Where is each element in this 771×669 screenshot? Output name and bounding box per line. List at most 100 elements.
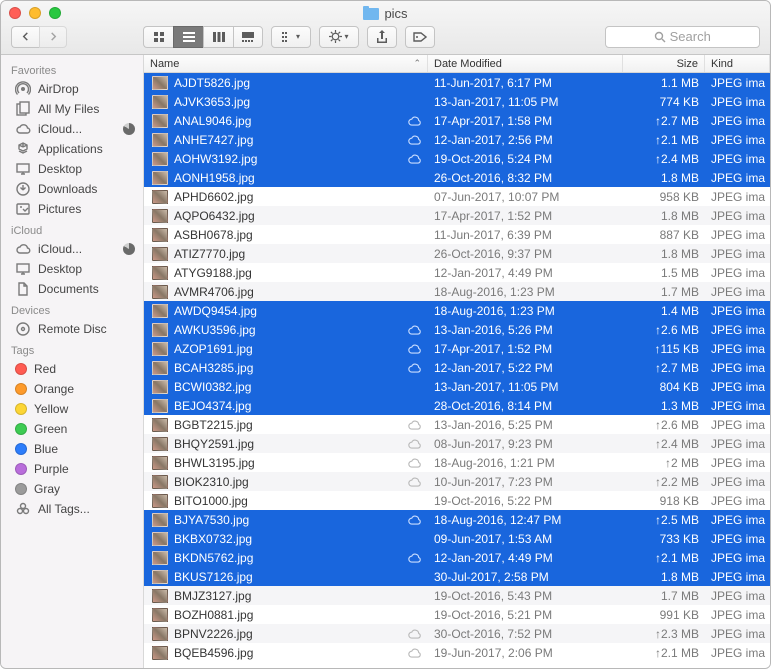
window-title: pics: [1, 1, 770, 23]
file-row[interactable]: AQPO6432.jpg17-Apr-2017, 1:52 PM1.8 MBJP…: [144, 206, 770, 225]
forward-button[interactable]: [39, 26, 67, 48]
file-thumbnail-icon: [152, 456, 168, 470]
column-name[interactable]: Name⌃: [144, 55, 428, 72]
sidebar-item[interactable]: Green: [1, 419, 143, 439]
file-row[interactable]: AJVK3653.jpg13-Jan-2017, 11:05 PM774 KBJ…: [144, 92, 770, 111]
toolbar: ▾ ▾ Search: [1, 23, 770, 54]
file-date: 18-Aug-2016, 1:23 PM: [428, 285, 623, 299]
sidebar-item[interactable]: Downloads: [1, 179, 143, 199]
sidebar-item[interactable]: iCloud...: [1, 239, 143, 259]
file-thumbnail-icon: [152, 399, 168, 413]
file-row[interactable]: BEJO4374.jpg28-Oct-2016, 8:14 PM1.3 MBJP…: [144, 396, 770, 415]
file-thumbnail-icon: [152, 171, 168, 185]
file-thumbnail-icon: [152, 532, 168, 546]
arrange-button[interactable]: ▾: [271, 26, 311, 48]
file-row[interactable]: AWKU3596.jpg13-Jan-2016, 5:26 PM2.6 MBJP…: [144, 320, 770, 339]
file-rows[interactable]: AJDT5826.jpg11-Jun-2017, 6:17 PM1.1 MBJP…: [144, 73, 770, 668]
sidebar-item[interactable]: All My Files: [1, 99, 143, 119]
file-row[interactable]: BCWI0382.jpg13-Jan-2017, 11:05 PM804 KBJ…: [144, 377, 770, 396]
sidebar-item[interactable]: Yellow: [1, 399, 143, 419]
sidebar-item[interactable]: Desktop: [1, 259, 143, 279]
sidebar-item[interactable]: Blue: [1, 439, 143, 459]
zoom-icon[interactable]: [49, 7, 61, 19]
search-input[interactable]: Search: [605, 26, 761, 48]
file-kind: JPEG ima: [705, 589, 770, 603]
search-icon: [654, 31, 666, 43]
back-button[interactable]: [11, 26, 39, 48]
file-size: 887 KB: [623, 228, 705, 242]
icon-view-button[interactable]: [143, 26, 173, 48]
column-kind[interactable]: Kind: [705, 55, 770, 72]
file-name: ANAL9046.jpg: [174, 114, 251, 128]
column-view-button[interactable]: [203, 26, 233, 48]
file-date: 12-Jan-2017, 2:56 PM: [428, 133, 623, 147]
file-row[interactable]: AWDQ9454.jpg18-Aug-2016, 1:23 PM1.4 MBJP…: [144, 301, 770, 320]
file-row[interactable]: BGBT2215.jpg13-Jan-2016, 5:25 PM2.6 MBJP…: [144, 415, 770, 434]
file-row[interactable]: BKBX0732.jpg09-Jun-2017, 1:53 AM733 KBJP…: [144, 529, 770, 548]
file-kind: JPEG ima: [705, 171, 770, 185]
gallery-view-button[interactable]: [233, 26, 263, 48]
sidebar-item[interactable]: Purple: [1, 459, 143, 479]
file-row[interactable]: AVMR4706.jpg18-Aug-2016, 1:23 PM1.7 MBJP…: [144, 282, 770, 301]
sidebar-item[interactable]: Red: [1, 359, 143, 379]
file-row[interactable]: BQEB4596.jpg19-Jun-2017, 2:06 PM2.1 MBJP…: [144, 643, 770, 662]
sidebar-item[interactable]: Pictures: [1, 199, 143, 219]
sidebar-item[interactable]: All Tags...: [1, 499, 143, 519]
file-kind: JPEG ima: [705, 570, 770, 584]
file-size: 2.1 MB: [623, 551, 705, 565]
action-button[interactable]: ▾: [319, 26, 359, 48]
file-size: 2.7 MB: [623, 114, 705, 128]
file-row[interactable]: BPNV2226.jpg30-Oct-2016, 7:52 PM2.3 MBJP…: [144, 624, 770, 643]
file-row[interactable]: AONH1958.jpg26-Oct-2016, 8:32 PM1.8 MBJP…: [144, 168, 770, 187]
tags-button[interactable]: [405, 26, 435, 48]
sidebar-item-label: Pictures: [38, 202, 81, 216]
file-row[interactable]: AOHW3192.jpg19-Oct-2016, 5:24 PM2.4 MBJP…: [144, 149, 770, 168]
file-row[interactable]: AZOP1691.jpg17-Apr-2017, 1:52 PM115 KBJP…: [144, 339, 770, 358]
file-row[interactable]: APHD6602.jpg07-Jun-2017, 10:07 PM958 KBJ…: [144, 187, 770, 206]
sidebar-item[interactable]: Remote Disc: [1, 319, 143, 339]
file-date: 13-Jan-2016, 5:25 PM: [428, 418, 623, 432]
column-date-modified[interactable]: Date Modified: [428, 55, 623, 72]
file-row[interactable]: BHQY2591.jpg08-Jun-2017, 9:23 PM2.4 MBJP…: [144, 434, 770, 453]
list-view-button[interactable]: [173, 26, 203, 48]
file-row[interactable]: BKUS7126.jpg30-Jul-2017, 2:58 PM1.8 MBJP…: [144, 567, 770, 586]
sidebar-item[interactable]: iCloud...: [1, 119, 143, 139]
file-row[interactable]: BHWL3195.jpg18-Aug-2016, 1:21 PM2 MBJPEG…: [144, 453, 770, 472]
file-row[interactable]: BMJZ3127.jpg19-Oct-2016, 5:43 PM1.7 MBJP…: [144, 586, 770, 605]
file-kind: JPEG ima: [705, 475, 770, 489]
file-row[interactable]: ATYG9188.jpg12-Jan-2017, 4:49 PM1.5 MBJP…: [144, 263, 770, 282]
file-name: AONH1958.jpg: [174, 171, 255, 185]
file-row[interactable]: ANHE7427.jpg12-Jan-2017, 2:56 PM2.1 MBJP…: [144, 130, 770, 149]
sidebar-item-label: Gray: [34, 482, 60, 496]
icloud-status-icon: [404, 134, 424, 145]
file-row[interactable]: BJYA7530.jpg18-Aug-2016, 12:47 PM2.5 MBJ…: [144, 510, 770, 529]
file-row[interactable]: BCAH3285.jpg12-Jan-2017, 5:22 PM2.7 MBJP…: [144, 358, 770, 377]
file-row[interactable]: BKDN5762.jpg12-Jan-2017, 4:49 PM2.1 MBJP…: [144, 548, 770, 567]
file-size: 991 KB: [623, 608, 705, 622]
file-row[interactable]: BITO1000.jpg19-Oct-2016, 5:22 PM918 KBJP…: [144, 491, 770, 510]
icloud-status-icon: [404, 457, 424, 468]
minimize-icon[interactable]: [29, 7, 41, 19]
sidebar-item[interactable]: AirDrop: [1, 79, 143, 99]
file-row[interactable]: BIOK2310.jpg10-Jun-2017, 7:23 PM2.2 MBJP…: [144, 472, 770, 491]
file-row[interactable]: ANAL9046.jpg17-Apr-2017, 1:58 PM2.7 MBJP…: [144, 111, 770, 130]
file-row[interactable]: ATIZ7770.jpg26-Oct-2016, 9:37 PM1.8 MBJP…: [144, 244, 770, 263]
sidebar-item[interactable]: Gray: [1, 479, 143, 499]
file-row[interactable]: ASBH0678.jpg11-Jun-2017, 6:39 PM887 KBJP…: [144, 225, 770, 244]
share-button[interactable]: [367, 26, 397, 48]
sidebar[interactable]: FavoritesAirDropAll My FilesiCloud...App…: [1, 55, 144, 668]
file-date: 19-Oct-2016, 5:21 PM: [428, 608, 623, 622]
file-row[interactable]: AJDT5826.jpg11-Jun-2017, 6:17 PM1.1 MBJP…: [144, 73, 770, 92]
sidebar-item[interactable]: Documents: [1, 279, 143, 299]
file-date: 12-Jan-2017, 5:22 PM: [428, 361, 623, 375]
sidebar-item[interactable]: Applications: [1, 139, 143, 159]
file-date: 13-Jan-2017, 11:05 PM: [428, 95, 623, 109]
close-icon[interactable]: [9, 7, 21, 19]
tag-dot-icon: [15, 423, 27, 435]
file-date: 10-Jun-2017, 7:23 PM: [428, 475, 623, 489]
file-size: 958 KB: [623, 190, 705, 204]
sidebar-item[interactable]: Desktop: [1, 159, 143, 179]
file-row[interactable]: BOZH0881.jpg19-Oct-2016, 5:21 PM991 KBJP…: [144, 605, 770, 624]
sidebar-item[interactable]: Orange: [1, 379, 143, 399]
column-size[interactable]: Size: [623, 55, 705, 72]
